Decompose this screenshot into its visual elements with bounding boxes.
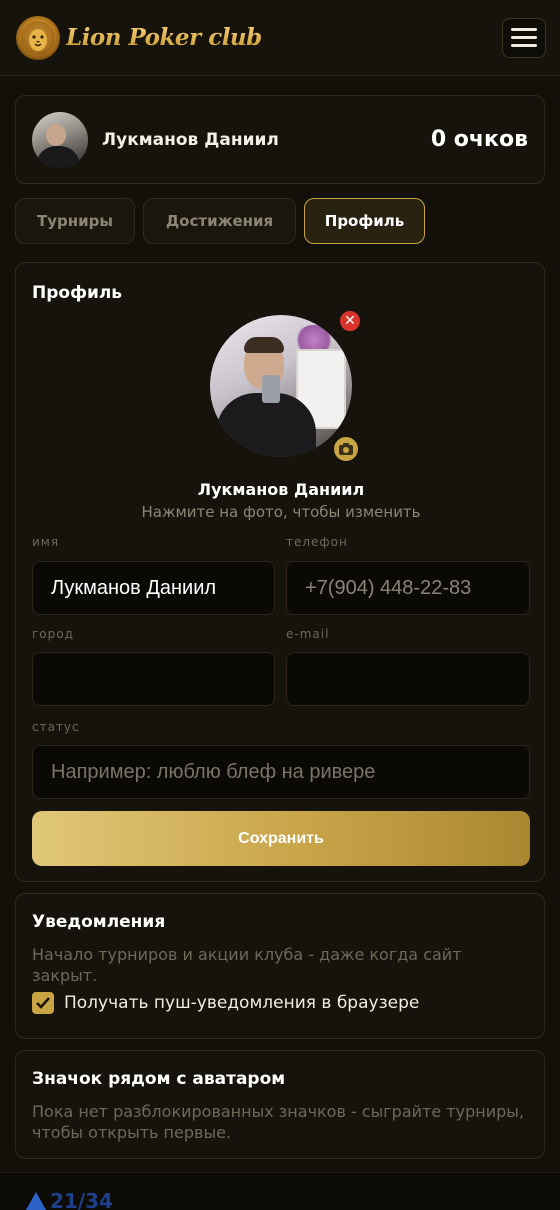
profile-name: Лукманов Даниил — [197, 480, 365, 499]
brand-name: Lion Poker club — [66, 24, 262, 51]
hamburger-menu-button[interactable] — [502, 17, 546, 58]
profile-section-title: Профиль — [32, 283, 123, 303]
avatar-photo[interactable] — [210, 315, 352, 457]
footer: 21/34 — [0, 1172, 560, 1210]
menu-line — [511, 44, 537, 47]
status-label: статус — [32, 720, 80, 734]
notifications-card: Уведомления Начало турниров и акции клуб… — [15, 893, 545, 1039]
notifications-title: Уведомления — [32, 912, 166, 932]
lion-logo-icon — [16, 15, 60, 60]
user-summary-card: Лукманов Даниил 0 очков — [15, 95, 545, 184]
footer-logo-text: 21/34 — [50, 1189, 113, 1210]
brand[interactable]: Lion Poker club — [16, 15, 262, 60]
remove-photo-button[interactable]: ✕ — [338, 309, 362, 333]
tab-tournaments[interactable]: Турниры — [15, 198, 135, 244]
close-icon: ✕ — [344, 313, 356, 329]
status-field[interactable] — [32, 745, 530, 799]
profile-card: Профиль ✕ Лукманов Даниил Нажмите на фот… — [15, 262, 545, 882]
photo-hint: Нажмите на фото, чтобы изменить — [141, 503, 421, 521]
menu-line — [511, 36, 537, 39]
push-checkbox[interactable] — [32, 992, 54, 1014]
badge-card: Значок рядом с аватаром Пока нет разблок… — [15, 1050, 545, 1159]
email-field[interactable] — [286, 652, 530, 706]
save-button[interactable]: Сохранить — [32, 811, 530, 866]
change-photo-button[interactable] — [332, 435, 360, 463]
phone-field[interactable] — [286, 561, 530, 615]
push-notifications-toggle[interactable]: Получать пуш-уведомления в браузере — [32, 992, 528, 1014]
city-field[interactable] — [32, 652, 275, 706]
profile-tabs: Турниры Достижения Профиль — [15, 198, 425, 244]
user-name: Лукманов Даниил — [102, 129, 279, 150]
email-label: e-mail — [286, 627, 330, 641]
avatar[interactable] — [32, 111, 88, 168]
badge-description: Пока нет разблокированных значков - сыгр… — [32, 1102, 524, 1142]
footer-logo-icon — [26, 1192, 46, 1210]
profile-photo[interactable]: ✕ — [210, 309, 362, 463]
top-header: Lion Poker club — [0, 0, 560, 76]
tab-achievements[interactable]: Достижения — [143, 198, 296, 244]
camera-icon — [339, 443, 353, 455]
push-checkbox-label[interactable]: Получать пуш-уведомления в браузере — [64, 993, 419, 1013]
points-value: 0 очков — [430, 127, 528, 152]
footer-logo[interactable]: 21/34 — [26, 1189, 113, 1210]
name-label: имя — [32, 535, 60, 549]
notifications-description: Начало турниров и акции клуба - даже ког… — [32, 945, 462, 985]
city-label: город — [32, 627, 74, 641]
badge-title: Значок рядом с аватаром — [32, 1069, 286, 1089]
tab-profile[interactable]: Профиль — [304, 198, 425, 244]
menu-line — [511, 28, 537, 31]
name-field[interactable] — [32, 561, 275, 615]
checkmark-icon — [36, 997, 50, 1009]
phone-label: телефон — [286, 535, 348, 549]
